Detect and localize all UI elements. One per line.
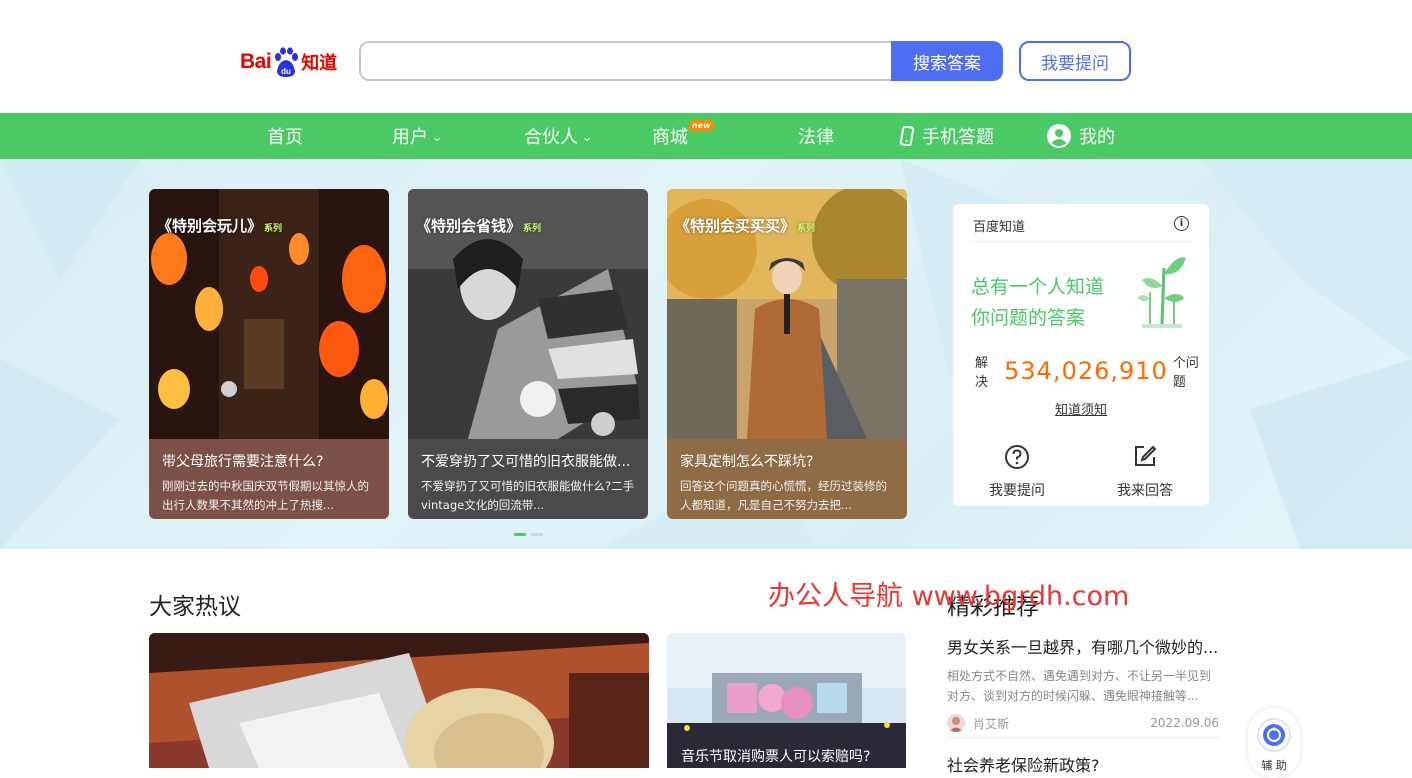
card-text-box: 不爱穿扔了又可惜的旧衣服能做... 不爱穿扔了又可惜的旧衣服能做什么?二手vin… bbox=[408, 439, 648, 519]
nav-mall[interactable]: 商城 new bbox=[652, 113, 714, 159]
feature-card[interactable]: 《特别会玩儿》 系列 带父母旅行需要注意什么? 刚刚过去的中秋国庆双节假期以其惊人… bbox=[149, 189, 389, 519]
panel-slogan: 总有一个人知道 你问题的答案 bbox=[971, 272, 1104, 334]
logo-bai-text: Bai bbox=[240, 50, 272, 73]
panel-title: 百度知道 bbox=[973, 220, 1026, 235]
carousel-dot[interactable] bbox=[531, 533, 543, 536]
nav-law-label: 法律 bbox=[798, 127, 834, 148]
nav-partners[interactable]: 合伙人 ⌄ bbox=[524, 113, 592, 159]
search-input[interactable] bbox=[359, 41, 893, 81]
card-series-title: 《特别会玩儿》 系列 bbox=[157, 217, 283, 235]
paw-icon: du bbox=[272, 47, 300, 77]
feature-card[interactable]: 《特别会买买买》 系列 家具定制怎么不踩坑? 回答这个问题真的心慌慌，经历过装修的… bbox=[667, 189, 907, 519]
phone-icon bbox=[900, 126, 914, 146]
sprout-illustration bbox=[1136, 252, 1188, 334]
logo-du-text: du bbox=[281, 67, 291, 76]
chevron-down-icon: ⌄ bbox=[582, 130, 593, 144]
slogan-line: 你问题的答案 bbox=[971, 307, 1086, 329]
card-series-title: 《特别会省钱》 系列 bbox=[416, 217, 542, 235]
solved-stat: 解决 534,026,910 个问题 bbox=[975, 352, 1209, 390]
card-text-box: 带父母旅行需要注意什么? 刚刚过去的中秋国庆双节假期以其惊人的出行人数果不其然的… bbox=[149, 439, 389, 519]
recommend-item[interactable]: 社会养老保险新政策? bbox=[947, 752, 1222, 776]
banner-area: 《特别会玩儿》 系列 带父母旅行需要注意什么? 刚刚过去的中秋国庆双节假期以其惊人… bbox=[0, 159, 1412, 549]
card-series-title: 《特别会买买买》 系列 bbox=[675, 217, 816, 235]
post-date: 2022.09.06 bbox=[1150, 716, 1219, 730]
recommend-item-title[interactable]: 社会养老保险新政策? bbox=[947, 752, 1222, 776]
card-desc: 回答这个问题真的心慌慌，经历过装修的人都知道，凡是自己不努力去把... bbox=[680, 479, 887, 512]
hot-item-caption: 音乐节取消购票人可以索赔吗? bbox=[681, 749, 871, 765]
panel-answer-label: 我来回答 bbox=[1117, 483, 1173, 499]
zhidao-info-panel: 百度知道 i 总有一个人知道 你问题的答案 解决 534,026,910 个问题 bbox=[953, 204, 1209, 506]
recommend-item-desc: 相处方式不自然、遇免遇到对方、不让另一半见到对方、谈到对方的时候闪躲、遇免眼神接… bbox=[947, 669, 1212, 703]
panel-ask-button[interactable]: 我要提问 bbox=[967, 444, 1067, 500]
chevron-down-icon: ⌄ bbox=[432, 130, 443, 144]
card-desc: 不爱穿扔了又可惜的旧衣服能做什么?二手vintage文化的回流带... bbox=[421, 479, 635, 512]
feature-card[interactable]: 《特别会省钱》 系列 不爱穿扔了又可惜的旧衣服能做... 不爱穿扔了又可惜的旧衣服… bbox=[408, 189, 648, 519]
card-title: 不爱穿扔了又可惜的旧衣服能做... bbox=[421, 454, 631, 470]
zhidao-notice-link[interactable]: 知道须知 bbox=[953, 399, 1209, 418]
solved-count: 534,026,910 bbox=[1004, 357, 1168, 385]
search-button[interactable]: 搜索答案 bbox=[891, 41, 1003, 81]
assist-label: 辅 助 bbox=[1261, 759, 1287, 772]
assist-icon bbox=[1257, 718, 1291, 752]
main-nav: 首页 用户 ⌄ 合伙人 ⌄ 商城 new 法律 手机答题 我的 bbox=[0, 113, 1412, 159]
user-avatar-icon bbox=[1047, 124, 1071, 148]
nav-mine-label: 我的 bbox=[1079, 127, 1115, 148]
edit-icon bbox=[1095, 444, 1195, 472]
hot-big-photo bbox=[149, 633, 649, 768]
nav-partners-label: 合伙人 bbox=[524, 127, 578, 148]
nav-mine[interactable]: 我的 bbox=[1047, 113, 1115, 159]
card-desc: 刚刚过去的中秋国庆双节假期以其惊人的出行人数果不其然的冲上了热搜... bbox=[162, 479, 369, 512]
header: Bai du 知道 搜索答案 我要提问 bbox=[0, 0, 1412, 113]
hot-section-title: 大家热议 bbox=[149, 594, 241, 620]
solved-suffix: 个问题 bbox=[1172, 356, 1199, 390]
card-title: 家具定制怎么不踩坑? bbox=[680, 454, 814, 470]
nav-mobile[interactable]: 手机答题 bbox=[900, 113, 994, 159]
solved-prefix: 解决 bbox=[975, 356, 989, 390]
hot-feature-image[interactable] bbox=[149, 633, 649, 768]
card-title: 带父母旅行需要注意什么? bbox=[162, 454, 324, 470]
divider bbox=[969, 241, 1193, 242]
slogan-line: 总有一个人知道 bbox=[971, 276, 1105, 298]
carousel-indicator bbox=[514, 533, 543, 536]
author-avatar bbox=[947, 714, 965, 732]
panel-answer-button[interactable]: 我来回答 bbox=[1095, 444, 1195, 500]
question-circle-icon bbox=[967, 444, 1067, 472]
ask-question-button[interactable]: 我要提问 bbox=[1019, 41, 1131, 81]
hot-item-card[interactable]: 音乐节取消购票人可以索赔吗? bbox=[667, 633, 906, 768]
carousel-dot-active[interactable] bbox=[514, 533, 526, 536]
watermark-text: 办公人导航 www.bgrdh.com bbox=[768, 581, 1130, 612]
recommend-item[interactable]: 男女关系一旦越界，有哪几个微妙的... 相处方式不自然、遇免遇到对方、不让另一半… bbox=[947, 634, 1222, 732]
recommend-item-title[interactable]: 男女关系一旦越界，有哪几个微妙的... bbox=[947, 634, 1222, 658]
baidu-zhidao-logo[interactable]: Bai du 知道 bbox=[240, 42, 337, 82]
nav-mobile-label: 手机答题 bbox=[922, 127, 994, 148]
nav-users-label: 用户 bbox=[392, 127, 428, 148]
panel-ask-label: 我要提问 bbox=[989, 483, 1045, 499]
new-badge: new bbox=[689, 120, 714, 131]
logo-zhidao-text: 知道 bbox=[301, 53, 338, 74]
nav-users[interactable]: 用户 ⌄ bbox=[392, 113, 442, 159]
nav-home-label: 首页 bbox=[267, 127, 303, 148]
recommend-item-meta: 肖艾斯 2022.09.06 bbox=[947, 714, 1222, 732]
card-text-box: 家具定制怎么不踩坑? 回答这个问题真的心慌慌，经历过装修的人都知道，凡是自己不努… bbox=[667, 439, 907, 519]
info-icon[interactable]: i bbox=[1174, 216, 1189, 231]
author-name: 肖艾斯 bbox=[973, 716, 1010, 731]
nav-law[interactable]: 法律 bbox=[798, 113, 834, 159]
divider bbox=[947, 737, 1219, 738]
nav-home[interactable]: 首页 bbox=[267, 113, 303, 159]
nav-mall-label: 商城 bbox=[652, 127, 688, 148]
